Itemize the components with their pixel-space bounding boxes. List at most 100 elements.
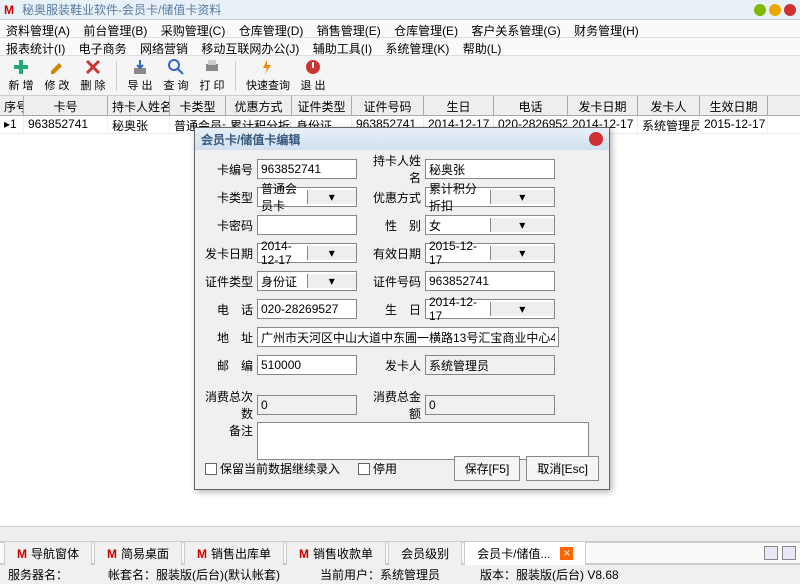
cardno-input[interactable] (257, 159, 357, 179)
menu-bar-2: 报表统计(I) 电子商务 网络营销 移动互联网办公(J) 辅助工具(I) 系统管… (0, 38, 800, 56)
status-version: 版本：服装版(后台) V8.68 (480, 566, 619, 583)
pencil-icon (48, 58, 66, 76)
tab-desktop[interactable]: M简易桌面 (94, 541, 182, 565)
chevron-down-icon: ▾ (307, 246, 357, 260)
chevron-down-icon: ▾ (490, 302, 555, 316)
menu-item[interactable]: 移动互联网办公(J) (201, 42, 299, 56)
col-bday[interactable]: 生日 (424, 96, 494, 115)
dialog-title-bar[interactable]: 会员卡/储值卡编辑 (195, 128, 609, 150)
menu-item[interactable]: 辅助工具(I) (313, 42, 372, 56)
dialog-close-button[interactable] (589, 132, 603, 146)
keep-data-checkbox[interactable]: 保留当前数据继续录入 (205, 460, 340, 477)
quick-query-button[interactable]: 快速查询 (242, 58, 294, 93)
zip-input[interactable] (257, 355, 357, 375)
menu-item[interactable]: 系统管理(K) (385, 42, 449, 56)
col-name[interactable]: 持卡人姓名 (108, 96, 170, 115)
menu-item[interactable]: 电子商务 (79, 42, 127, 56)
member-card-edit-dialog: 会员卡/储值卡编辑 卡编号 持卡人姓名 卡类型 普通会员卡▾ 优惠方式 累计积分… (194, 127, 610, 490)
col-issuer[interactable]: 发卡人 (638, 96, 700, 115)
type-select[interactable]: 普通会员卡▾ (257, 187, 357, 207)
tab-nav[interactable]: M导航窗体 (4, 541, 92, 565)
tab-strip: M导航窗体 M简易桌面 M销售出库单 M销售收款单 会员级别 会员卡/储值...… (0, 542, 800, 564)
menu-item[interactable]: 前台管理(B) (83, 24, 147, 38)
gender-select[interactable]: 女▾ (425, 215, 555, 235)
remark-input[interactable] (257, 422, 589, 460)
menu-item[interactable]: 报表统计(I) (6, 42, 65, 56)
edit-button[interactable]: 修 改 (40, 58, 74, 93)
tab-member-card[interactable]: 会员卡/储值...× (464, 541, 586, 565)
valid-date-select[interactable]: 2015-12-17▾ (425, 243, 555, 263)
chevron-down-icon: ▾ (307, 274, 357, 288)
app-logo: M (4, 3, 18, 17)
menu-item[interactable]: 财务管理(H) (574, 24, 639, 38)
menu-bar-1: 资料管理(A) 前台管理(B) 采购管理(C) 仓库管理(D) 销售管理(E) … (0, 20, 800, 38)
exit-button[interactable]: 退 出 (296, 58, 330, 93)
save-button[interactable]: 保存[F5] (454, 456, 521, 481)
menu-item[interactable]: 资料管理(A) (6, 24, 70, 38)
close-button[interactable] (784, 4, 796, 16)
discount-select[interactable]: 累计积分折扣▾ (425, 187, 555, 207)
query-button[interactable]: 查 询 (159, 58, 193, 93)
chevron-down-icon: ▾ (490, 218, 555, 232)
idnum-input[interactable] (425, 271, 555, 291)
toolbar: 新 增 修 改 删 除 导 出 查 询 打 印 快速查询 退 出 (0, 56, 800, 96)
menu-item[interactable]: 网络营销 (140, 42, 188, 56)
tabstrip-button-1[interactable] (764, 546, 778, 560)
col-issue[interactable]: 发卡日期 (568, 96, 638, 115)
delete-button[interactable]: 删 除 (76, 58, 110, 93)
cancel-button[interactable]: 取消[Esc] (526, 456, 599, 481)
password-input[interactable] (257, 215, 357, 235)
x-icon (84, 58, 102, 76)
window-title: 秘奥服装鞋业软件-会员卡/储值卡资料 (22, 1, 754, 18)
dialog-title: 会员卡/储值卡编辑 (201, 131, 300, 148)
disable-checkbox[interactable]: 停用 (358, 460, 397, 477)
col-idtype[interactable]: 证件类型 (292, 96, 352, 115)
col-type[interactable]: 卡类型 (170, 96, 226, 115)
phone-input[interactable] (257, 299, 357, 319)
tab-sales-out[interactable]: M销售出库单 (184, 541, 284, 565)
tabstrip-button-2[interactable] (782, 546, 796, 560)
menu-item[interactable]: 帮助(L) (463, 42, 502, 56)
consume-amount-input (425, 395, 555, 415)
status-bar: 服务器名： 帐套名：服装版(后台)(默认帐套) 当前用户：系统管理员 版本：服装… (0, 564, 800, 584)
status-user: 当前用户：系统管理员 (320, 566, 440, 583)
col-idnum[interactable]: 证件号码 (352, 96, 424, 115)
tab-sales-receipt[interactable]: M销售收款单 (286, 541, 386, 565)
chevron-down-icon: ▾ (490, 190, 555, 204)
col-seq[interactable]: 序号 (0, 96, 24, 115)
chevron-down-icon: ▾ (490, 246, 555, 260)
plus-icon (12, 58, 30, 76)
export-button[interactable]: 导 出 (123, 58, 157, 93)
horizontal-scrollbar[interactable] (0, 526, 800, 542)
printer-icon (203, 58, 221, 76)
tab-close-icon[interactable]: × (560, 547, 573, 560)
issue-date-select[interactable]: 2014-12-17▾ (257, 243, 357, 263)
menu-item[interactable]: 销售管理(E) (317, 24, 381, 38)
grid-header: 序号 卡号 持卡人姓名 卡类型 优惠方式 证件类型 证件号码 生日 电话 发卡日… (0, 96, 800, 116)
col-card[interactable]: 卡号 (24, 96, 108, 115)
menu-item[interactable]: 仓库管理(E) (394, 24, 458, 38)
menu-item[interactable]: 采购管理(C) (161, 24, 226, 38)
maximize-button[interactable] (769, 4, 781, 16)
chevron-down-icon: ▾ (307, 190, 357, 204)
export-icon (131, 58, 149, 76)
menu-item[interactable]: 仓库管理(D) (239, 24, 304, 38)
add-button[interactable]: 新 增 (4, 58, 38, 93)
title-bar: M 秘奥服装鞋业软件-会员卡/储值卡资料 (0, 0, 800, 20)
holder-input[interactable] (425, 159, 555, 179)
issuer-input (425, 355, 555, 375)
col-valid[interactable]: 生效日期 (700, 96, 768, 115)
print-button[interactable]: 打 印 (195, 58, 229, 93)
consume-count-input (257, 395, 357, 415)
col-phone[interactable]: 电话 (494, 96, 568, 115)
menu-item[interactable]: 客户关系管理(G) (471, 24, 560, 38)
tab-member-level[interactable]: 会员级别 (388, 541, 462, 565)
bolt-search-icon (259, 58, 277, 76)
minimize-button[interactable] (754, 4, 766, 16)
idtype-select[interactable]: 身份证▾ (257, 271, 357, 291)
window-buttons (754, 4, 796, 16)
status-book: 帐套名：服装版(后台)(默认帐套) (108, 566, 280, 583)
col-disc[interactable]: 优惠方式 (226, 96, 292, 115)
birthday-select[interactable]: 2014-12-17▾ (425, 299, 555, 319)
address-input[interactable] (257, 327, 559, 347)
